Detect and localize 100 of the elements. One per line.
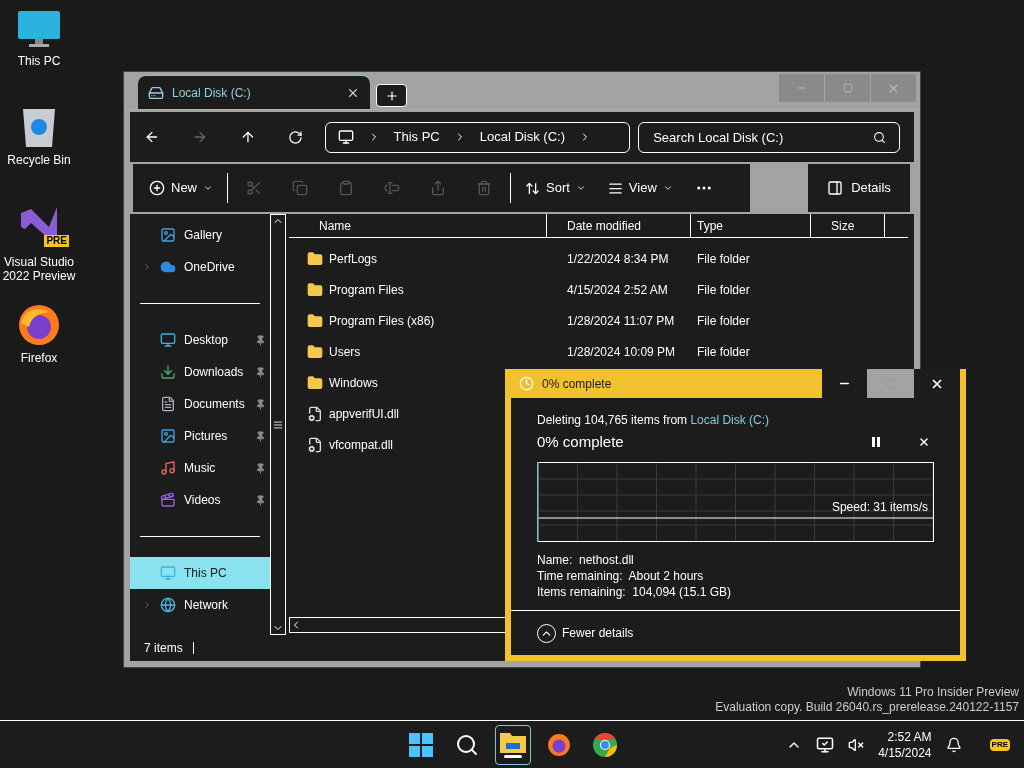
date-cell-text: 1/22/2024 8:34 PM xyxy=(566,250,670,268)
refresh-icon[interactable] xyxy=(287,129,303,145)
cancel-icon[interactable] xyxy=(918,436,930,449)
cloud-icon xyxy=(160,259,176,275)
breadcrumb[interactable]: Local Disk (C:) xyxy=(479,127,565,147)
sidebar-item[interactable]: Network xyxy=(130,589,270,621)
sidebar-item[interactable]: OneDrive xyxy=(130,251,270,283)
start-icon[interactable] xyxy=(409,732,434,757)
search-field[interactable]: Search Local Disk (C:) xyxy=(638,121,900,153)
date-cell-text: 1/28/2024 10:09 PM xyxy=(566,343,677,361)
preview-badge: PRE xyxy=(989,738,1010,751)
file-icon xyxy=(307,436,323,453)
folder-icon xyxy=(307,374,323,391)
speed-label: Speed: 31 items/s xyxy=(831,498,928,516)
source-link[interactable]: Local Disk (C:) xyxy=(690,413,770,427)
back-icon[interactable] xyxy=(144,129,160,145)
type-cell-text: File folder xyxy=(696,250,750,268)
list-icon xyxy=(607,180,623,196)
column-header[interactable]: Size xyxy=(811,214,885,237)
network-icon[interactable] xyxy=(816,735,835,754)
volume-muted-icon[interactable] xyxy=(848,736,865,753)
sidebar-item[interactable]: Downloads xyxy=(130,356,270,388)
document-icon xyxy=(160,396,176,412)
pause-icon[interactable] xyxy=(872,437,880,448)
column-header[interactable]: Name xyxy=(289,214,547,237)
preview-badge: PRE xyxy=(44,235,69,247)
type-cell-text: File folder xyxy=(696,312,750,330)
film-icon xyxy=(160,492,176,508)
status-message: Deleting 104,765 items from Local Disk (C:) xyxy=(537,412,771,429)
pin-icon xyxy=(255,494,266,506)
maximize-icon xyxy=(842,83,853,93)
dialog-title: 0% complete xyxy=(542,375,613,393)
file-name[interactable]: Program Files (x86) xyxy=(329,311,435,330)
date-cell-text: 4/15/2024 2:52 AM xyxy=(566,281,669,299)
type-cell-text: File folder xyxy=(696,343,750,361)
network-icon xyxy=(160,597,176,613)
file-name[interactable]: Users xyxy=(329,342,361,361)
grip-icon xyxy=(273,419,283,430)
taskbar-button[interactable] xyxy=(495,724,532,765)
picture-icon xyxy=(160,227,176,243)
progress-heading: 0% complete xyxy=(537,432,625,452)
breadcrumb[interactable]: This PC xyxy=(393,127,440,147)
sidebar-item[interactable]: Music xyxy=(130,452,270,484)
file-name[interactable]: Windows xyxy=(329,373,378,392)
chrome-icon[interactable] xyxy=(593,732,618,757)
sidebar-item[interactable]: Videos xyxy=(130,484,270,516)
pin-icon xyxy=(255,366,266,378)
firefox-icon xyxy=(17,303,61,347)
folder-icon xyxy=(307,343,323,360)
firefox-icon[interactable] xyxy=(547,732,572,757)
clock-icon xyxy=(519,376,534,391)
notification-icon[interactable] xyxy=(945,736,962,753)
details-button[interactable]: Details xyxy=(808,164,910,212)
sort-button[interactable]: Sort xyxy=(525,178,586,198)
download-icon xyxy=(160,364,176,380)
monitor-icon xyxy=(17,10,61,50)
detail-line: Time remaining: About 2 hours xyxy=(537,567,705,584)
music-icon xyxy=(160,460,176,476)
watermark-text: Evaluation copy. Build 26040.rs_prerelease.240122-1157 xyxy=(715,700,1019,715)
file-name[interactable]: appverifUI.dll xyxy=(329,404,400,423)
search-icon xyxy=(873,130,886,144)
clock[interactable]: 2:52 AM 4/15/2024 xyxy=(878,728,932,761)
file-name[interactable]: vfcompat.dll xyxy=(329,435,394,454)
desktop-icon-label[interactable]: Recycle Bin xyxy=(7,153,71,167)
pin-icon xyxy=(255,398,266,410)
watermark-text: Windows 11 Pro Insider Preview xyxy=(847,685,1019,700)
desktop-icon-label[interactable]: Firefox xyxy=(20,351,58,365)
desktop-icon-label[interactable]: This PC xyxy=(17,54,61,68)
desktop-icon-label[interactable]: Visual Studio 2022 Preview xyxy=(0,255,78,283)
file-name[interactable]: Program Files xyxy=(329,280,404,299)
drive-icon xyxy=(148,84,164,101)
sidebar-item[interactable]: This PC xyxy=(130,557,270,589)
caret-icon xyxy=(662,183,673,193)
column-header[interactable]: Type xyxy=(691,214,811,237)
search-icon[interactable] xyxy=(455,732,480,757)
picture-icon xyxy=(160,428,176,444)
tab[interactable]: Local Disk (C:) xyxy=(138,75,370,109)
caret-icon xyxy=(203,183,213,193)
folder-icon xyxy=(307,281,323,298)
folder-icon[interactable] xyxy=(500,731,527,753)
pin-icon xyxy=(255,462,266,474)
address-bar[interactable]: This PC Local Disk (C:) xyxy=(324,121,631,153)
fewer-details-button[interactable]: Fewer details xyxy=(511,611,960,655)
folder-icon xyxy=(307,312,323,329)
sidebar-item[interactable]: Desktop xyxy=(130,324,270,356)
folder-icon xyxy=(307,250,323,267)
plus-icon xyxy=(149,180,165,196)
pin-icon xyxy=(255,430,266,442)
new-tab-button[interactable] xyxy=(376,84,407,107)
sidebar-item[interactable]: Gallery xyxy=(130,219,270,251)
column-header[interactable]: Date modified xyxy=(547,214,691,237)
file-icon xyxy=(307,405,323,422)
detail-line: Items remaining: 104,094 (15.1 GB) xyxy=(537,583,733,600)
new-button[interactable]: New xyxy=(149,178,213,198)
file-name[interactable]: PerfLogs xyxy=(329,249,378,268)
monitor-icon xyxy=(160,565,176,581)
view-button[interactable]: View xyxy=(607,178,673,198)
sidebar-item[interactable]: Pictures xyxy=(130,420,270,452)
type-cell-text: File folder xyxy=(696,281,750,299)
sidebar-item[interactable]: Documents xyxy=(130,388,270,420)
